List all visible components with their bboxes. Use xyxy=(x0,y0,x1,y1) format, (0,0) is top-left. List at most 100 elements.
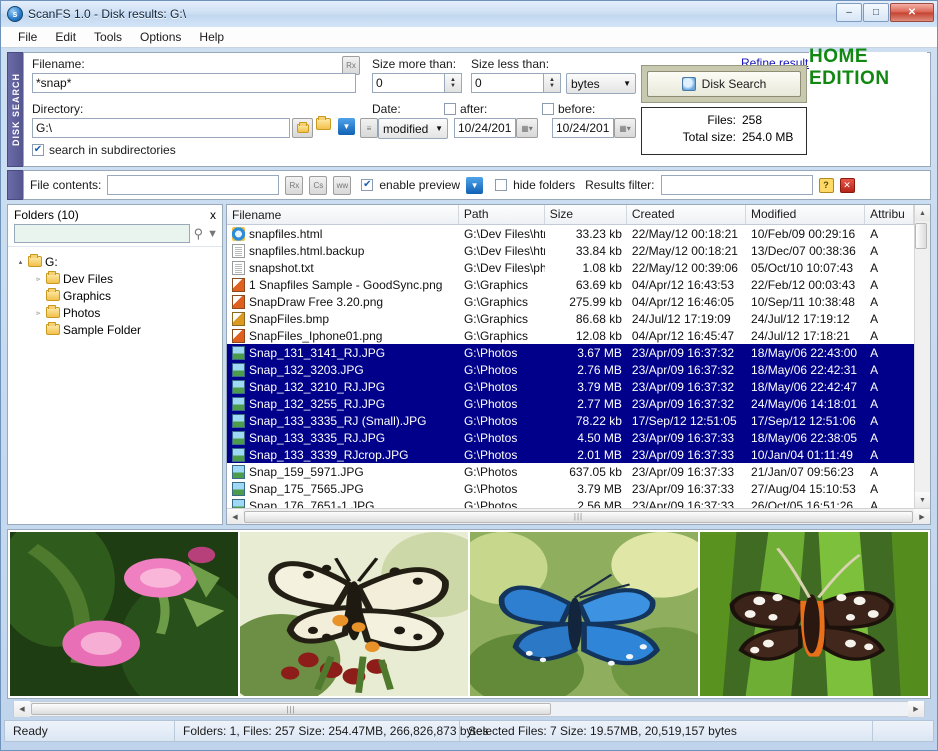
chevron-collapsed-icon[interactable]: ▹ xyxy=(34,275,43,283)
table-row[interactable]: Snap_132_3203.JPGG:\Photos2.76 MB23/Apr/… xyxy=(227,361,914,378)
before-checkbox[interactable] xyxy=(542,103,554,115)
after-date-input[interactable] xyxy=(454,118,516,138)
directory-dropdown-button[interactable]: ▼ xyxy=(338,118,355,135)
tree-node-dev-files[interactable]: ▹ Dev Files xyxy=(12,270,218,287)
contents-case-button[interactable]: Cs xyxy=(309,176,327,195)
table-row[interactable]: 1 Snapfiles Sample - GoodSync.pngG:\Grap… xyxy=(227,276,914,293)
table-row[interactable]: snapfiles.htmlG:\Dev Files\html33.23 kb2… xyxy=(227,225,914,242)
cell-size: 275.99 kb xyxy=(545,295,627,309)
size-less-spin-buttons[interactable]: ▲▼ xyxy=(544,73,561,93)
magnifier-icon[interactable]: ⚲ xyxy=(194,226,204,242)
preview-scroll-right-icon[interactable]: ▶ xyxy=(908,701,924,717)
close-button[interactable]: ✕ xyxy=(890,3,934,22)
directory-input[interactable] xyxy=(32,118,290,138)
preview-horizontal-scrollbar[interactable]: ◀ ||| ▶ xyxy=(13,701,925,717)
results-vertical-scrollbar[interactable]: ▲ ▼ xyxy=(914,205,930,508)
before-date-picker[interactable]: ▦▾ xyxy=(552,118,636,138)
chevron-collapsed-icon[interactable]: ▹ xyxy=(34,309,43,317)
table-row[interactable]: Snap_133_3339_RJcrop.JPGG:\Photos2.01 MB… xyxy=(227,446,914,463)
minimize-button[interactable]: – xyxy=(836,3,862,22)
file-contents-input[interactable] xyxy=(107,175,279,195)
scroll-down-icon[interactable]: ▼ xyxy=(915,492,931,508)
before-calendar-button[interactable]: ▦▾ xyxy=(614,118,636,138)
table-row[interactable]: Snap_175_7565.JPGG:\Photos3.79 MB23/Apr/… xyxy=(227,480,914,497)
chevron-expanded-icon[interactable]: ▴ xyxy=(16,258,25,266)
table-row[interactable]: SnapDraw Free 3.20.pngG:\Graphics275.99 … xyxy=(227,293,914,310)
column-header-modified[interactable]: Modified xyxy=(746,205,865,224)
scroll-left-icon[interactable]: ◀ xyxy=(227,509,243,525)
after-calendar-button[interactable]: ▦▾ xyxy=(516,118,538,138)
before-checkbox-group[interactable]: before: xyxy=(542,102,595,116)
tree-node-graphics[interactable]: Graphics xyxy=(12,287,218,304)
size-more-spin-buttons[interactable]: ▲▼ xyxy=(445,73,462,93)
contents-regex-button[interactable]: Rx xyxy=(285,176,303,195)
results-filter-help-icon[interactable]: ? xyxy=(819,178,834,193)
after-checkbox-group[interactable]: after: xyxy=(444,102,487,116)
menu-file[interactable]: File xyxy=(9,28,46,46)
table-row[interactable]: Snap_159_5971.JPGG:\Photos637.05 kb23/Ap… xyxy=(227,463,914,480)
table-row[interactable]: Snap_133_3335_RJ (Small).JPGG:\Photos78.… xyxy=(227,412,914,429)
orange-tiger-butterfly-photo[interactable] xyxy=(700,532,928,696)
search-subdirectories-group[interactable]: ✔ search in subdirectories xyxy=(32,143,176,157)
tree-node-g[interactable]: ▴ G: xyxy=(12,253,218,270)
results-filter-input[interactable] xyxy=(661,175,813,195)
size-less-input[interactable] xyxy=(471,73,544,93)
table-row[interactable]: Snap_176_7651-1.JPGG:\Photos2.56 MB23/Ap… xyxy=(227,497,914,508)
menu-tools[interactable]: Tools xyxy=(85,28,131,46)
size-more-stepper[interactable]: ▲▼ xyxy=(372,73,462,93)
cell-created: 17/Sep/12 12:51:05 xyxy=(627,414,746,428)
table-row[interactable]: Snap_132_3210_RJ.JPGG:\Photos3.79 MB23/A… xyxy=(227,378,914,395)
menu-help[interactable]: Help xyxy=(190,28,233,46)
column-header-attributes[interactable]: Attribu xyxy=(865,205,914,224)
results-filter-clear-icon[interactable]: ✕ xyxy=(840,178,855,193)
maximize-button[interactable]: □ xyxy=(863,3,889,22)
table-row[interactable]: SnapFiles.bmpG:\Graphics86.68 kb24/Jul/1… xyxy=(227,310,914,327)
table-row[interactable]: Snap_133_3335_RJ.JPGG:\Photos4.50 MB23/A… xyxy=(227,429,914,446)
after-checkbox[interactable] xyxy=(444,103,456,115)
search-subdirectories-checkbox[interactable]: ✔ xyxy=(32,144,44,156)
menu-edit[interactable]: Edit xyxy=(46,28,85,46)
funnel-icon[interactable]: ▼ xyxy=(207,228,218,240)
table-row[interactable]: snapshot.txtG:\Dev Files\php1.08 kb22/Ma… xyxy=(227,259,914,276)
horizontal-scroll-thumb[interactable]: ||| xyxy=(244,511,913,523)
blue-morpho-butterfly-photo[interactable] xyxy=(470,532,698,696)
size-unit-select[interactable]: bytes ▼ xyxy=(566,73,636,94)
results-horizontal-scrollbar[interactable]: ◀ ||| ▶ xyxy=(227,508,930,524)
menu-options[interactable]: Options xyxy=(131,28,190,46)
before-date-input[interactable] xyxy=(552,118,614,138)
table-row[interactable]: Snap_131_3141_RJ.JPGG:\Photos3.67 MB23/A… xyxy=(227,344,914,361)
tree-node-sample-folder[interactable]: Sample Folder xyxy=(12,321,218,338)
column-header-path[interactable]: Path xyxy=(459,205,545,224)
scroll-up-icon[interactable]: ▲ xyxy=(915,205,931,221)
status-resize-grip[interactable] xyxy=(873,721,933,741)
directory-list-button[interactable]: ≡ xyxy=(360,118,378,138)
preview-scroll-left-icon[interactable]: ◀ xyxy=(14,701,30,717)
scroll-right-icon[interactable]: ▶ xyxy=(914,509,930,525)
preview-options-dropdown[interactable]: ▼ xyxy=(466,177,483,194)
enable-preview-checkbox[interactable]: ✔ xyxy=(361,179,373,191)
tree-node-photos[interactable]: ▹ Photos xyxy=(12,304,218,321)
preview-scroll-thumb[interactable]: ||| xyxy=(31,703,551,715)
pink-mimosa-flowers-photo[interactable] xyxy=(10,532,238,696)
filename-input[interactable] xyxy=(32,73,356,93)
folders-filter-input[interactable] xyxy=(14,224,190,243)
contents-wholeword-button[interactable]: ww xyxy=(333,176,351,195)
after-date-picker[interactable]: ▦▾ xyxy=(454,118,538,138)
hide-folders-checkbox[interactable] xyxy=(495,179,507,191)
vertical-scroll-thumb[interactable] xyxy=(915,223,927,249)
recent-folder-button[interactable] xyxy=(316,118,331,133)
table-row[interactable]: snapfiles.html.backupG:\Dev Files\html33… xyxy=(227,242,914,259)
paper-kite-butterfly-photo[interactable] xyxy=(240,532,468,696)
date-mode-select[interactable]: modified ▼ xyxy=(378,118,448,139)
column-header-size[interactable]: Size xyxy=(545,205,627,224)
column-header-filename[interactable]: Filename xyxy=(227,205,459,224)
table-row[interactable]: Snap_132_3255_RJ.JPGG:\Photos2.77 MB23/A… xyxy=(227,395,914,412)
column-header-created[interactable]: Created xyxy=(627,205,746,224)
browse-folder-button[interactable] xyxy=(292,118,313,138)
table-row[interactable]: SnapFiles_Iphone01.pngG:\Graphics12.08 k… xyxy=(227,327,914,344)
folders-close-icon[interactable]: x xyxy=(210,208,216,222)
size-less-stepper[interactable]: ▲▼ xyxy=(471,73,561,93)
disk-search-button[interactable]: Disk Search xyxy=(647,71,801,97)
size-more-input[interactable] xyxy=(372,73,445,93)
disk-search-tab[interactable]: DISK SEARCH xyxy=(7,52,23,167)
